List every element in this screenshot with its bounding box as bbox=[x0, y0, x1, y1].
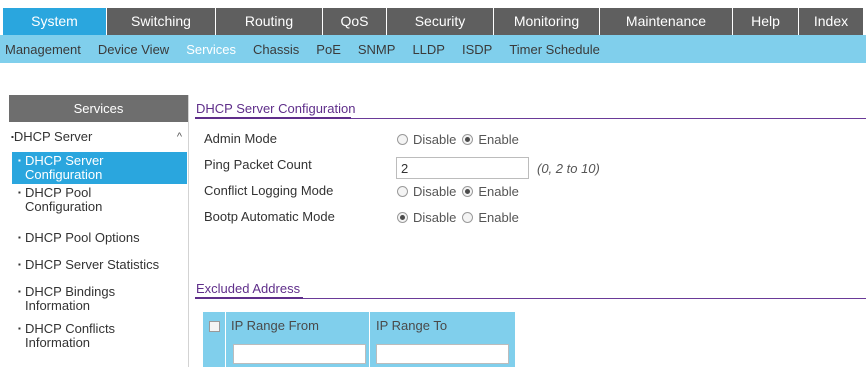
bootp-disable-label: Disable bbox=[413, 210, 457, 225]
conflict-logging-disable-radio[interactable] bbox=[397, 186, 408, 197]
sidebar-item-label-line: DHCP Pool bbox=[25, 185, 92, 200]
bullet-icon: ▪ bbox=[18, 287, 21, 296]
admin-mode-enable-radio[interactable] bbox=[462, 134, 474, 145]
sidebar-item-dhcp-pool-configuration[interactable]: ▪ DHCP Pool Configuration bbox=[12, 186, 187, 214]
sub-nav-chassis[interactable]: Chassis bbox=[253, 42, 299, 57]
admin-mode-disable-label: Disable bbox=[413, 132, 457, 147]
sidebar-item-label-line: DHCP Conflicts bbox=[25, 321, 116, 336]
section-title-underline bbox=[195, 117, 351, 119]
sidebar-item-label: DHCP Server Configuration bbox=[25, 154, 104, 184]
sidebar-item-label-line: Information bbox=[25, 335, 91, 350]
section-title-excluded-address: Excluded Address bbox=[196, 281, 301, 296]
bullet-icon: ▪ bbox=[18, 260, 21, 269]
sub-nav: Management Device View Services Chassis PoE S… bbox=[0, 35, 866, 63]
top-nav-system[interactable]: System bbox=[3, 8, 106, 35]
select-all-cell bbox=[203, 312, 225, 340]
sidebar-item-label-line: DHCP Pool Options bbox=[25, 230, 140, 245]
admin-mode-disable-radio[interactable] bbox=[397, 134, 408, 145]
sidebar-group-dhcp-server[interactable]: ▪DHCP Server ^ bbox=[9, 122, 188, 152]
conflict-logging-mode-radio-group: Disable Enable bbox=[397, 184, 525, 199]
app-root: System Switching Routing QoS Security Monitor… bbox=[0, 0, 866, 367]
excluded-address-table: IP Range From IP Range To bbox=[203, 312, 515, 367]
admin-mode-radio-group: Disable Enable bbox=[397, 132, 525, 147]
column-header-ip-range-to: IP Range To bbox=[376, 318, 448, 333]
sidebar-item-dhcp-bindings-information[interactable]: ▪ DHCP Bindings Information bbox=[12, 285, 187, 313]
sidebar-item-label: DHCP Conflicts Information bbox=[25, 322, 115, 350]
sidebar-item-label: DHCP Pool Options bbox=[25, 231, 140, 245]
sub-nav-isdp[interactable]: ISDP bbox=[462, 42, 492, 57]
sidebar-item-dhcp-conflicts-information[interactable]: ▪ DHCP Conflicts Information bbox=[12, 322, 187, 350]
bootp-enable-label: Enable bbox=[478, 210, 519, 225]
admin-mode-enable-label: Enable bbox=[478, 132, 519, 147]
top-nav-help[interactable]: Help bbox=[733, 8, 798, 35]
bullet-icon: ▪ bbox=[18, 188, 21, 197]
chevron-up-icon[interactable]: ^ bbox=[177, 122, 182, 152]
sub-nav-device-view[interactable]: Device View bbox=[98, 42, 169, 57]
select-all-checkbox[interactable] bbox=[208, 320, 220, 332]
conflict-logging-enable-label: Enable bbox=[478, 184, 519, 199]
sidebar-item-label: DHCP Server Statistics bbox=[25, 258, 159, 272]
sub-nav-management[interactable]: Management bbox=[5, 42, 81, 57]
bootp-disable-radio[interactable] bbox=[397, 212, 408, 223]
top-nav-monitoring[interactable]: Monitoring bbox=[494, 8, 599, 35]
ping-packet-count-label: Ping Packet Count bbox=[204, 157, 312, 172]
bootp-automatic-mode-label: Bootp Automatic Mode bbox=[204, 209, 335, 224]
ping-packet-count-hint: (0, 2 to 10) bbox=[537, 161, 600, 176]
top-nav-routing[interactable]: Routing bbox=[216, 8, 322, 35]
admin-mode-label: Admin Mode bbox=[204, 131, 277, 146]
sidebar-item-label-line: DHCP Server bbox=[25, 153, 104, 168]
bootp-automatic-mode-radio-group: Disable Enable bbox=[397, 210, 525, 225]
sidebar: Services ▪DHCP Server ^ ▪ DHCP Server Conf… bbox=[9, 95, 189, 367]
top-nav-qos[interactable]: QoS bbox=[323, 8, 386, 35]
bullet-icon: ▪ bbox=[18, 233, 21, 242]
ping-packet-count-input[interactable] bbox=[396, 157, 529, 179]
sidebar-item-label: DHCP Bindings Information bbox=[25, 285, 115, 313]
sub-nav-timer-schedule[interactable]: Timer Schedule bbox=[509, 42, 600, 57]
sidebar-item-label-line: DHCP Bindings bbox=[25, 284, 116, 299]
sub-nav-snmp[interactable]: SNMP bbox=[358, 42, 396, 57]
sub-nav-lldp[interactable]: LLDP bbox=[412, 42, 445, 57]
top-nav-switching[interactable]: Switching bbox=[107, 8, 215, 35]
column-header-ip-range-from: IP Range From bbox=[231, 318, 319, 333]
section-title-dhcp-server-configuration: DHCP Server Configuration bbox=[196, 101, 356, 116]
top-nav-security[interactable]: Security bbox=[387, 8, 493, 35]
sidebar-item-dhcp-server-configuration[interactable]: ▪ DHCP Server Configuration bbox=[12, 152, 187, 184]
sub-nav-poe[interactable]: PoE bbox=[316, 42, 341, 57]
sidebar-item-dhcp-server-statistics[interactable]: ▪ DHCP Server Statistics bbox=[12, 258, 187, 272]
ip-range-from-input[interactable] bbox=[233, 344, 366, 364]
excluded-title-underline bbox=[195, 297, 303, 299]
top-nav-index[interactable]: Index bbox=[799, 8, 863, 35]
top-nav: System Switching Routing QoS Security Monitor… bbox=[0, 0, 866, 35]
conflict-logging-enable-radio[interactable] bbox=[462, 186, 474, 197]
bootp-enable-radio[interactable] bbox=[462, 212, 474, 223]
conflict-logging-disable-label: Disable bbox=[413, 184, 457, 199]
bullet-icon: ▪ bbox=[18, 156, 21, 165]
sidebar-item-label-line: Configuration bbox=[25, 199, 103, 214]
sidebar-header: Services bbox=[9, 95, 188, 122]
bullet-icon: ▪ bbox=[18, 324, 21, 333]
top-nav-maintenance[interactable]: Maintenance bbox=[600, 8, 732, 35]
sidebar-item-dhcp-pool-options[interactable]: ▪ DHCP Pool Options bbox=[12, 231, 187, 245]
sub-nav-services[interactable]: Services bbox=[186, 42, 236, 57]
sidebar-group-label: DHCP Server bbox=[13, 129, 93, 144]
sidebar-item-label: DHCP Pool Configuration bbox=[25, 186, 102, 214]
sidebar-item-label-line: Information bbox=[25, 298, 91, 313]
sidebar-item-label-line: Configuration bbox=[25, 167, 103, 182]
ip-range-to-input[interactable] bbox=[376, 344, 509, 364]
sidebar-item-label-line: DHCP Server Statistics bbox=[25, 257, 160, 272]
conflict-logging-mode-label: Conflict Logging Mode bbox=[204, 183, 334, 198]
